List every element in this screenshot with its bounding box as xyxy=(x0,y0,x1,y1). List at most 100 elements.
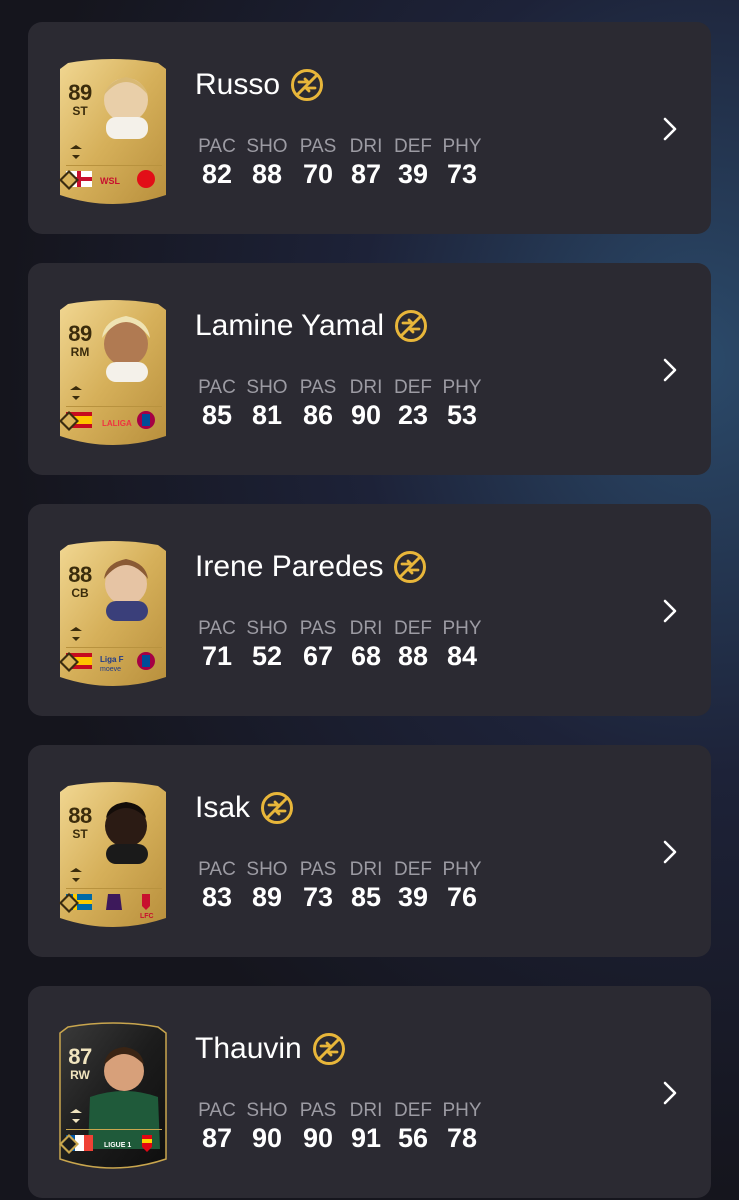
stat-label-phy: PHY xyxy=(442,618,482,639)
chevron-right-icon[interactable] xyxy=(658,355,682,385)
stat-label-dri: DRI xyxy=(349,136,383,157)
stat-value-pas: 86 xyxy=(302,400,334,430)
gold-card-icon: Liga F moeve xyxy=(59,541,166,686)
stat-value-sho: 81 xyxy=(251,400,283,430)
stat-label-pas: PAS xyxy=(299,377,337,398)
stat-value-sho: 89 xyxy=(251,882,283,912)
stat-label-def: DEF xyxy=(394,377,432,398)
stat-value-def: 23 xyxy=(397,400,429,430)
stat-label-pas: PAS xyxy=(299,618,337,639)
stat-label-dri: DRI xyxy=(349,1100,383,1121)
black-card-icon: LIGUE 1 xyxy=(59,1022,167,1169)
svg-text:LFC: LFC xyxy=(140,913,154,920)
stat-label-dri: DRI xyxy=(349,618,383,639)
stat-label-sho: SHO xyxy=(246,136,288,157)
stat-value-phy: 84 xyxy=(446,641,478,671)
stat-value-sho: 52 xyxy=(251,641,283,671)
stat-label-pac: PAC xyxy=(198,859,236,880)
stat-label-def: DEF xyxy=(394,1100,432,1121)
stat-value-pac: 82 xyxy=(201,159,233,189)
player-name: Irene Paredes xyxy=(195,548,427,586)
stat-value-sho: 90 xyxy=(251,1123,283,1153)
player-row[interactable]: LIGUE 1 87 RW Thauvin PAC 87 SHO 90 PAS 90 … xyxy=(28,986,711,1198)
stat-label-def: DEF xyxy=(394,859,432,880)
svg-text:Liga F: Liga F xyxy=(100,655,124,664)
player-card: LFC 88 ST xyxy=(56,778,170,934)
gold-card-icon: LFC xyxy=(59,782,166,927)
stat-value-sho: 88 xyxy=(251,159,283,189)
stat-value-dri: 91 xyxy=(350,1123,382,1153)
player-row[interactable]: Liga F moeve 88 CB Irene Paredes PAC 71 S… xyxy=(28,504,711,716)
untradeable-icon xyxy=(261,792,294,824)
player-position: ST xyxy=(72,104,88,118)
stat-label-pac: PAC xyxy=(198,618,236,639)
player-position: ST xyxy=(72,827,88,841)
stat-label-phy: PHY xyxy=(442,859,482,880)
chevron-right-icon[interactable] xyxy=(658,114,682,144)
chevron-right-icon[interactable] xyxy=(658,596,682,626)
player-name-text: Isak xyxy=(195,791,251,824)
stat-value-pas: 90 xyxy=(302,1123,334,1153)
untradeable-icon xyxy=(395,310,427,342)
untradeable-icon xyxy=(394,551,427,583)
stat-value-dri: 85 xyxy=(350,882,382,912)
stat-value-def: 88 xyxy=(397,641,429,671)
player-name-text: Thauvin xyxy=(195,1032,302,1065)
stat-label-phy: PHY xyxy=(442,1100,482,1121)
stat-label-def: DEF xyxy=(394,618,432,639)
svg-text:WSL: WSL xyxy=(100,176,120,186)
stat-label-def: DEF xyxy=(394,136,432,157)
player-card: LIGUE 1 87 RW xyxy=(56,1019,170,1175)
player-position: RM xyxy=(70,345,90,359)
stat-label-phy: PHY xyxy=(442,377,482,398)
player-stats: PAC 85 SHO 81 PAS 86 DRI 90 DEF 23 PHY 53 xyxy=(193,376,487,430)
stat-value-pac: 85 xyxy=(201,400,233,430)
svg-text:moeve: moeve xyxy=(100,666,121,673)
stat-value-pac: 83 xyxy=(201,882,233,912)
player-rating: 89 xyxy=(68,80,92,105)
stat-value-phy: 73 xyxy=(446,159,478,189)
player-rating: 88 xyxy=(68,562,92,587)
chevron-right-icon[interactable] xyxy=(658,1078,682,1108)
player-card: LALIGA 89 RM xyxy=(56,296,170,452)
untradeable-icon xyxy=(291,69,324,101)
player-position: CB xyxy=(71,586,89,600)
stat-value-dri: 87 xyxy=(350,159,382,189)
player-rating: 87 xyxy=(68,1044,92,1069)
stat-label-pas: PAS xyxy=(299,136,337,157)
stat-value-dri: 68 xyxy=(350,641,382,671)
stat-value-phy: 76 xyxy=(446,882,478,912)
player-card: WSL 89 ST xyxy=(56,55,170,211)
stat-label-dri: DRI xyxy=(349,859,383,880)
stat-label-pas: PAS xyxy=(299,859,337,880)
gold-card-icon: WSL xyxy=(59,59,166,204)
stat-label-pac: PAC xyxy=(198,136,236,157)
stat-value-def: 56 xyxy=(397,1123,429,1153)
stat-value-pas: 67 xyxy=(302,641,334,671)
stat-label-pac: PAC xyxy=(198,1100,236,1121)
player-row[interactable]: LALIGA 89 RM Lamine Yamal PAC 85 SHO 81 PA… xyxy=(28,263,711,475)
player-name: Thauvin xyxy=(195,1030,346,1068)
stat-value-phy: 78 xyxy=(446,1123,478,1153)
player-name-text: Irene Paredes xyxy=(195,550,384,583)
gold-card-icon: LALIGA xyxy=(59,300,166,445)
stat-label-phy: PHY xyxy=(442,136,482,157)
stat-label-pac: PAC xyxy=(198,377,236,398)
player-rating: 89 xyxy=(68,321,92,346)
player-stats: PAC 83 SHO 89 PAS 73 DRI 85 DEF 39 PHY 76 xyxy=(193,858,487,912)
player-name-text: Russo xyxy=(195,68,281,101)
stat-value-def: 39 xyxy=(397,882,429,912)
player-stats: PAC 87 SHO 90 PAS 90 DRI 91 DEF 56 PHY 78 xyxy=(193,1099,487,1153)
chevron-right-icon[interactable] xyxy=(658,837,682,867)
player-row[interactable]: LFC 88 ST Isak PAC 83 SHO 89 PAS 73 DRI 85 D… xyxy=(28,745,711,957)
player-position: RW xyxy=(70,1068,90,1082)
player-stats: PAC 82 SHO 88 PAS 70 DRI 87 DEF 39 PHY 73 xyxy=(193,135,487,189)
stat-value-def: 39 xyxy=(397,159,429,189)
stat-value-phy: 53 xyxy=(446,400,478,430)
player-rating: 88 xyxy=(68,803,92,828)
player-stats: PAC 71 SHO 52 PAS 67 DRI 68 DEF 88 PHY 84 xyxy=(193,617,487,671)
player-name-text: Lamine Yamal xyxy=(195,309,384,342)
player-row[interactable]: WSL 89 ST Russo PAC 82 SHO 88 PAS 70 DRI 87 xyxy=(28,22,711,234)
stat-label-sho: SHO xyxy=(246,859,288,880)
stat-label-dri: DRI xyxy=(349,377,383,398)
